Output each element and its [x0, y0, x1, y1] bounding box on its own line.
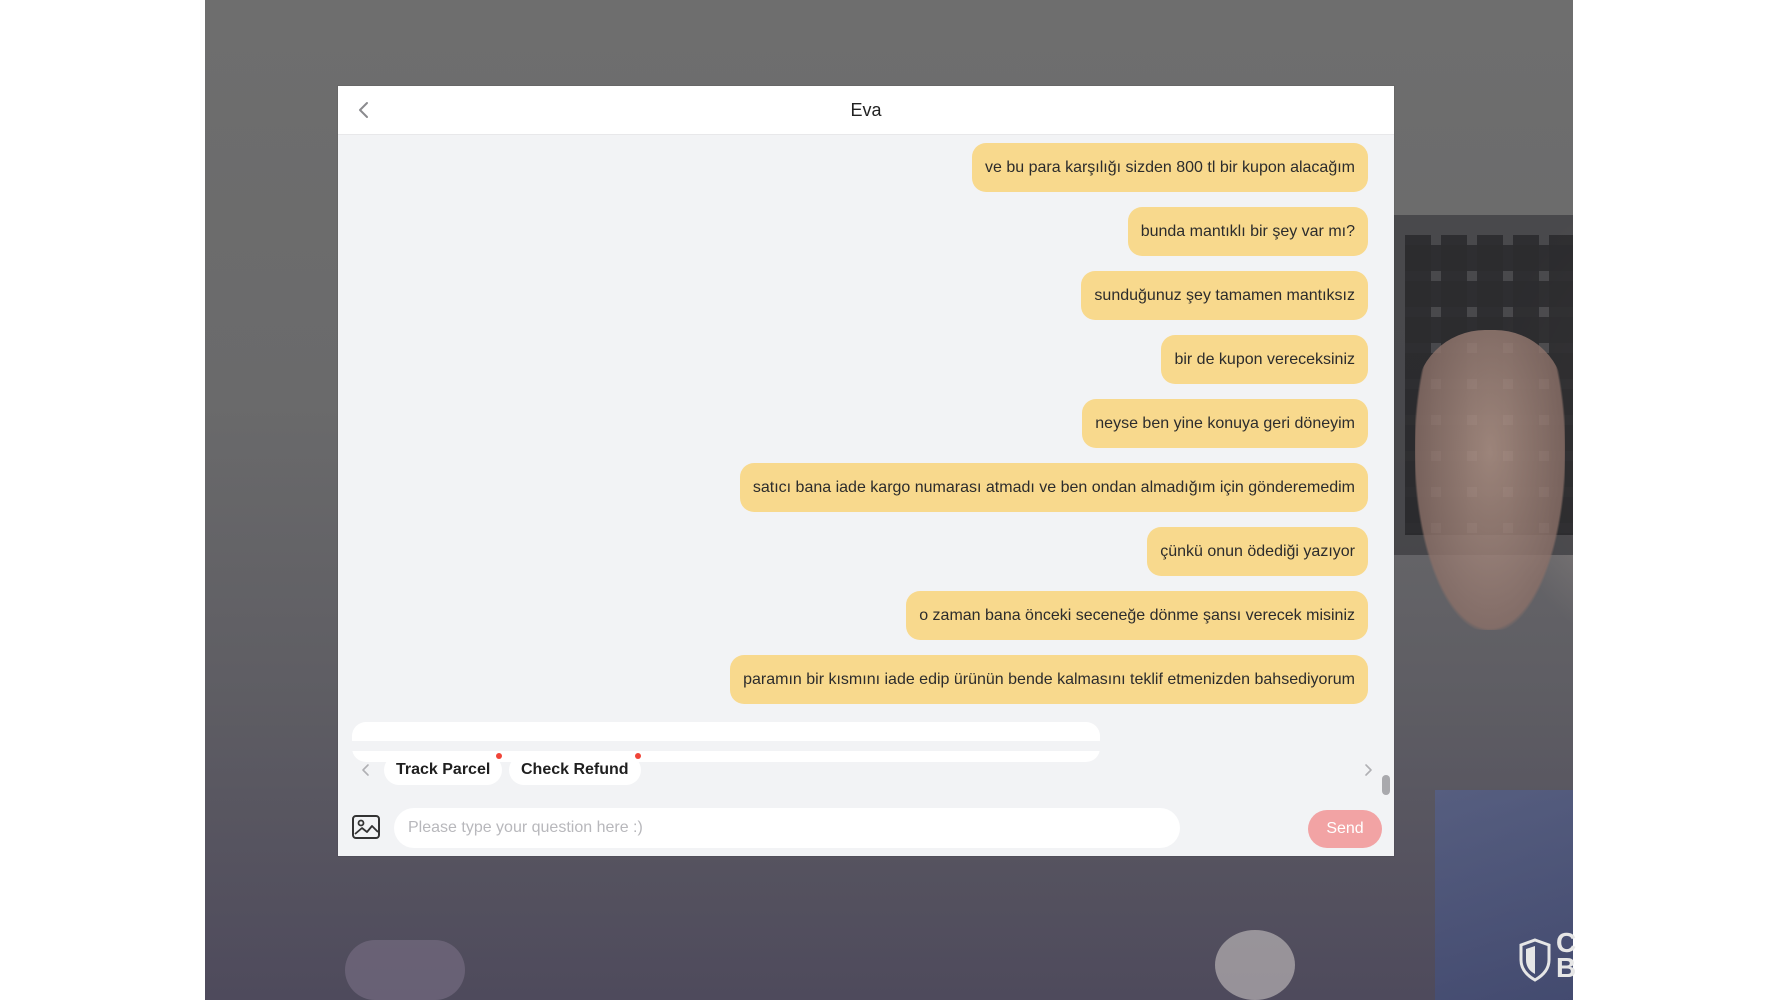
quick-actions-next-button[interactable]	[1356, 758, 1380, 782]
quick-action-label: Track Parcel	[396, 761, 491, 778]
user-message-bubble: çünkü onun ödediği yazıyor	[1147, 527, 1368, 576]
user-message-bubble: ve bu para karşılığı sizden 800 tl bir k…	[972, 143, 1368, 192]
shield-watermark-icon	[1519, 938, 1551, 982]
quick-action-label: Check Refund	[521, 761, 629, 778]
image-upload-button[interactable]	[351, 814, 385, 848]
composer: Send	[338, 808, 1394, 856]
user-message-bubble: sunduğunuz şey tamamen mantıksız	[1081, 271, 1368, 320]
notification-dot	[496, 753, 503, 759]
quick-action-check-refund[interactable]: Check Refund	[509, 753, 641, 785]
quick-actions-prev-button[interactable]	[354, 758, 378, 782]
send-button[interactable]: Send	[1308, 810, 1382, 848]
fabric-dot-shape	[1215, 930, 1295, 1000]
user-message-bubble: o zaman bana önceki seceneğe dönme şansı…	[906, 591, 1368, 640]
message-list: ve bu para karşılığı sizden 800 tl bir k…	[338, 135, 1368, 739]
chevron-left-icon	[362, 764, 369, 776]
notification-dot	[634, 753, 641, 759]
quick-actions-bar: Track Parcel Check Refund	[338, 750, 1394, 790]
chat-header: Eva	[338, 86, 1394, 135]
user-message-bubble: paramın bir kısmını iade edip ürünün ben…	[730, 655, 1368, 704]
chat-window: Eva ve bu para karşılığı sizden 800 tl b…	[338, 86, 1394, 856]
user-message-bubble: bir de kupon vereceksiniz	[1161, 335, 1368, 384]
chat-title: Eva	[850, 100, 882, 120]
hand-shape	[1415, 330, 1565, 630]
quick-action-track-parcel[interactable]: Track Parcel	[384, 753, 503, 785]
image-upload-icon	[352, 815, 380, 839]
watermark-logo: CB	[1556, 927, 1578, 983]
user-message-bubble: neyse ben yine konuya geri döneyim	[1082, 399, 1368, 448]
message-input[interactable]	[394, 808, 1180, 848]
jeans-shape	[1435, 790, 1573, 1000]
user-message-bubble: bunda mantıklı bir şey var mı?	[1127, 207, 1368, 256]
chevron-right-icon	[1365, 764, 1372, 776]
fabric-shape	[345, 940, 465, 1000]
message-area[interactable]: ve bu para karşılığı sizden 800 tl bir k…	[338, 135, 1394, 830]
user-message-bubble: satıcı bana iade kargo numarası atmadı v…	[739, 463, 1368, 512]
